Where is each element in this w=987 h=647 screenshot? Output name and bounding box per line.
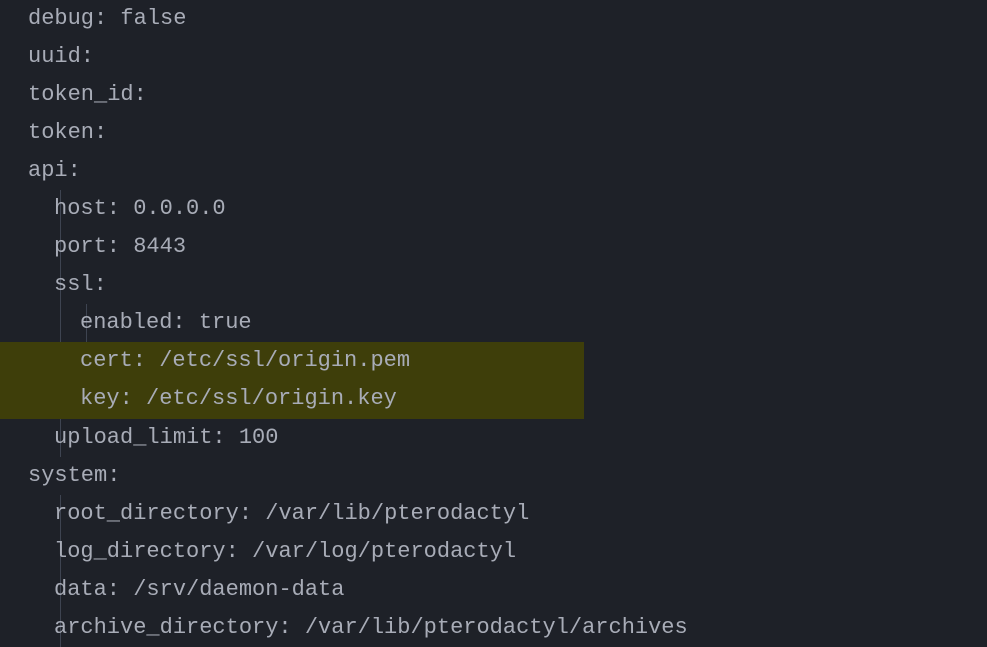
yaml-value: /var/lib/pterodactyl/archives [292,615,688,640]
yaml-key: data: [54,577,120,602]
yaml-value: /etc/ssl/origin.pem [146,348,410,373]
yaml-line-archive-directory: archive_directory: /var/lib/pterodactyl/… [28,609,987,647]
yaml-code-block: debug: false uuid: token_id: token: api:… [0,0,987,647]
yaml-key: ssl: [54,272,107,297]
yaml-value: false [107,6,186,31]
yaml-line-api: api: [28,152,987,190]
system-block: root_directory: /var/lib/pterodactyl log… [28,495,987,647]
yaml-key: api: [28,158,81,183]
yaml-key: debug: [28,6,107,31]
yaml-key: log_directory: [54,539,239,564]
yaml-line-cert-highlighted: cert: /etc/ssl/origin.pem [28,342,987,380]
yaml-line-upload-limit: upload_limit: 100 [28,419,987,457]
yaml-value: /srv/daemon-data [120,577,344,602]
yaml-key: root_directory: [54,501,252,526]
yaml-value: /etc/ssl/origin.key [133,386,397,411]
yaml-value: 0.0.0.0 [120,196,226,221]
yaml-value: /var/lib/pterodactyl [252,501,529,526]
yaml-line-uuid: uuid: [28,38,987,76]
yaml-line-token: token: [28,114,987,152]
yaml-key: key: [80,386,133,411]
yaml-line-root-directory: root_directory: /var/lib/pterodactyl [28,495,987,533]
yaml-line-data: data: /srv/daemon-data [28,571,987,609]
api-block: host: 0.0.0.0 port: 8443 ssl: enabled: t… [28,190,987,456]
yaml-line-system: system: [28,457,987,495]
yaml-key: enabled: [80,310,186,335]
yaml-value: 100 [226,425,279,450]
yaml-key: system: [28,463,120,488]
yaml-line-enabled: enabled: true [28,304,987,342]
yaml-value: 8443 [120,234,186,259]
yaml-key: upload_limit: [54,425,226,450]
yaml-key: uuid: [28,44,94,69]
yaml-line-ssl: ssl: [28,266,987,304]
yaml-line-key-highlighted: key: /etc/ssl/origin.key [28,380,987,418]
yaml-key: token_id: [28,82,147,107]
yaml-key: token: [28,120,107,145]
yaml-key: cert: [80,348,146,373]
yaml-line-debug: debug: false [28,0,987,38]
yaml-key: host: [54,196,120,221]
yaml-line-log-directory: log_directory: /var/log/pterodactyl [28,533,987,571]
yaml-key: port: [54,234,120,259]
ssl-block: enabled: true cert: /etc/ssl/origin.pem … [28,304,987,418]
yaml-line-host: host: 0.0.0.0 [28,190,987,228]
yaml-line-port: port: 8443 [28,228,987,266]
yaml-value: /var/log/pterodactyl [239,539,516,564]
yaml-value: true [186,310,252,335]
yaml-key: archive_directory: [54,615,292,640]
yaml-line-token-id: token_id: [28,76,987,114]
